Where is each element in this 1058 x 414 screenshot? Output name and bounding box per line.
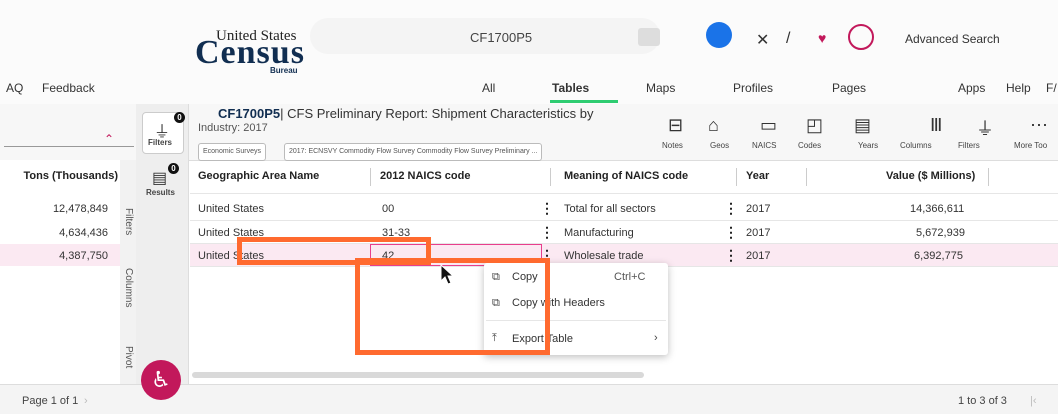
cell-value[interactable]: 5,672,939 — [916, 227, 965, 239]
nav-feedback[interactable]: Feedback — [42, 81, 95, 95]
codes-icon[interactable]: ◰ — [806, 115, 823, 136]
toolbar-more-tools[interactable]: More Too — [1014, 141, 1047, 150]
close-icon[interactable]: ✕ — [756, 30, 769, 50]
accessibility-icon: ♿︎ — [151, 367, 171, 392]
naics-icon[interactable]: ▭ — [760, 115, 777, 136]
results-icon[interactable]: ▤ — [152, 168, 167, 188]
search-input-value: CF1700P5 — [470, 30, 533, 45]
nav-help[interactable]: Help — [1006, 81, 1031, 95]
cell-meaning[interactable]: Wholesale trade — [564, 250, 644, 262]
tab-tables[interactable]: Tables — [552, 81, 589, 95]
next-page-icon[interactable]: › — [84, 395, 88, 407]
logo-bureau: Bureau — [270, 66, 298, 75]
toolbar-naics[interactable]: NAICS — [752, 141, 776, 150]
row-menu-icon[interactable]: ⋮ — [540, 200, 554, 217]
report-id: CF1700P5 — [218, 106, 281, 121]
nav-bar — [0, 76, 1058, 107]
report-subtitle: Industry: 2017 — [198, 122, 268, 134]
cell-value[interactable]: 14,366,611 — [910, 203, 964, 215]
col-separator[interactable] — [736, 168, 737, 186]
report-title-text: | CFS Preliminary Report: Shipment Chara… — [280, 106, 594, 121]
header-divider — [190, 193, 1058, 194]
tab-profiles[interactable]: Profiles — [733, 81, 773, 95]
toolbar-filters[interactable]: Filters — [958, 141, 980, 150]
col-header-geo[interactable]: Geographic Area Name — [198, 170, 319, 182]
row-divider — [190, 220, 1058, 221]
cell-naics[interactable]: 00 — [382, 203, 394, 215]
tab-maps[interactable]: Maps — [646, 81, 675, 95]
cell-geo[interactable]: United States — [198, 203, 264, 215]
chip-economic-surveys[interactable]: Economic Surveys — [198, 143, 266, 161]
cell-meaning[interactable]: Total for all sectors — [564, 203, 656, 215]
first-page-icon[interactable]: |‹ — [1030, 395, 1037, 407]
col-header-meaning[interactable]: Meaning of NAICS code — [564, 170, 688, 182]
search-icon[interactable] — [848, 24, 874, 50]
col-separator[interactable] — [550, 168, 551, 186]
side-tab-filters[interactable]: Filters — [123, 208, 134, 235]
row-menu-icon[interactable]: ⋮ — [724, 200, 738, 217]
row-menu-icon[interactable]: ⋮ — [724, 224, 738, 241]
nav-faq-right[interactable]: F/ — [1046, 81, 1057, 95]
cell-year[interactable]: 2017 — [746, 227, 770, 239]
col-header-value[interactable]: Value ($ Millions) — [886, 170, 975, 182]
active-tab-indicator — [550, 100, 618, 103]
results-label[interactable]: Results — [146, 188, 175, 197]
copy-shortcut: Ctrl+C — [614, 271, 646, 283]
row-count: 1 to 3 of 3 — [958, 395, 1007, 407]
horizontal-scrollbar[interactable] — [192, 372, 644, 378]
col-separator[interactable] — [806, 168, 807, 186]
filters-toolbar-icon[interactable]: ⏚ — [976, 115, 994, 141]
page-info: Page 1 of 1 — [22, 395, 79, 407]
toolbar-codes[interactable]: Codes — [798, 141, 821, 150]
toolbar-columns[interactable]: Columns — [900, 141, 932, 150]
geos-icon[interactable]: ⌂ — [708, 115, 719, 136]
toolbar-geos[interactable]: Geos — [710, 141, 729, 150]
results-badge: 0 — [168, 163, 179, 174]
left-panel-input[interactable] — [4, 132, 134, 147]
col-header-year[interactable]: Year — [746, 170, 769, 182]
toolbar-notes[interactable]: Notes — [662, 141, 683, 150]
years-icon[interactable]: ▤ — [854, 115, 871, 136]
columns-icon[interactable]: Ⅲ — [930, 115, 942, 136]
left-cell[interactable]: 12,478,849 — [0, 203, 108, 215]
left-column-header[interactable]: Tons (Thousands) — [0, 170, 118, 182]
row-menu-icon[interactable]: ⋮ — [540, 224, 554, 241]
advanced-search-link[interactable]: Advanced Search — [905, 32, 1000, 46]
tab-pages[interactable]: Pages — [832, 81, 866, 95]
col-header-naics[interactable]: 2012 NAICS code — [380, 170, 470, 182]
cell-year[interactable]: 2017 — [746, 203, 770, 215]
report-title: CF1700P5| CFS Preliminary Report: Shipme… — [218, 106, 593, 121]
left-cell[interactable]: 4,387,750 — [0, 250, 108, 262]
collapse-icon[interactable]: ⌃ — [104, 132, 114, 146]
col-separator[interactable] — [370, 168, 371, 186]
cell-year[interactable]: 2017 — [746, 250, 770, 262]
row-menu-icon[interactable]: ⋮ — [724, 247, 738, 264]
divider-icon: / — [786, 30, 791, 47]
chevron-right-icon: › — [654, 332, 658, 344]
cell-value[interactable]: 6,392,775 — [914, 250, 963, 262]
voice-search-icon[interactable] — [706, 22, 732, 48]
mouse-cursor-icon — [440, 264, 455, 285]
left-cell[interactable]: 4,634,436 — [0, 227, 108, 239]
side-tab-pivot[interactable]: Pivot — [123, 346, 134, 368]
cell-meaning[interactable]: Manufacturing — [564, 227, 634, 239]
toolbar-years[interactable]: Years — [858, 141, 878, 150]
pin-icon[interactable]: ♥ — [818, 30, 826, 46]
notes-icon[interactable]: ⊟ — [668, 115, 683, 136]
filters-label: Filters — [148, 138, 173, 147]
left-table-panel — [0, 160, 121, 380]
keyboard-icon[interactable] — [638, 28, 660, 46]
nav-faq[interactable]: AQ — [6, 81, 23, 95]
tab-all[interactable]: All — [482, 81, 495, 95]
accessibility-button[interactable]: ♿︎ — [141, 360, 181, 400]
side-tab-columns[interactable]: Columns — [123, 268, 134, 307]
more-tools-icon[interactable]: ⋯ — [1030, 115, 1048, 136]
chip-survey-program[interactable]: 2017: ECNSVY Commodity Flow Survey Commo… — [284, 143, 543, 161]
filters-badge: 0 — [174, 112, 185, 123]
col-separator[interactable] — [988, 168, 989, 186]
nav-apps[interactable]: Apps — [958, 81, 985, 95]
